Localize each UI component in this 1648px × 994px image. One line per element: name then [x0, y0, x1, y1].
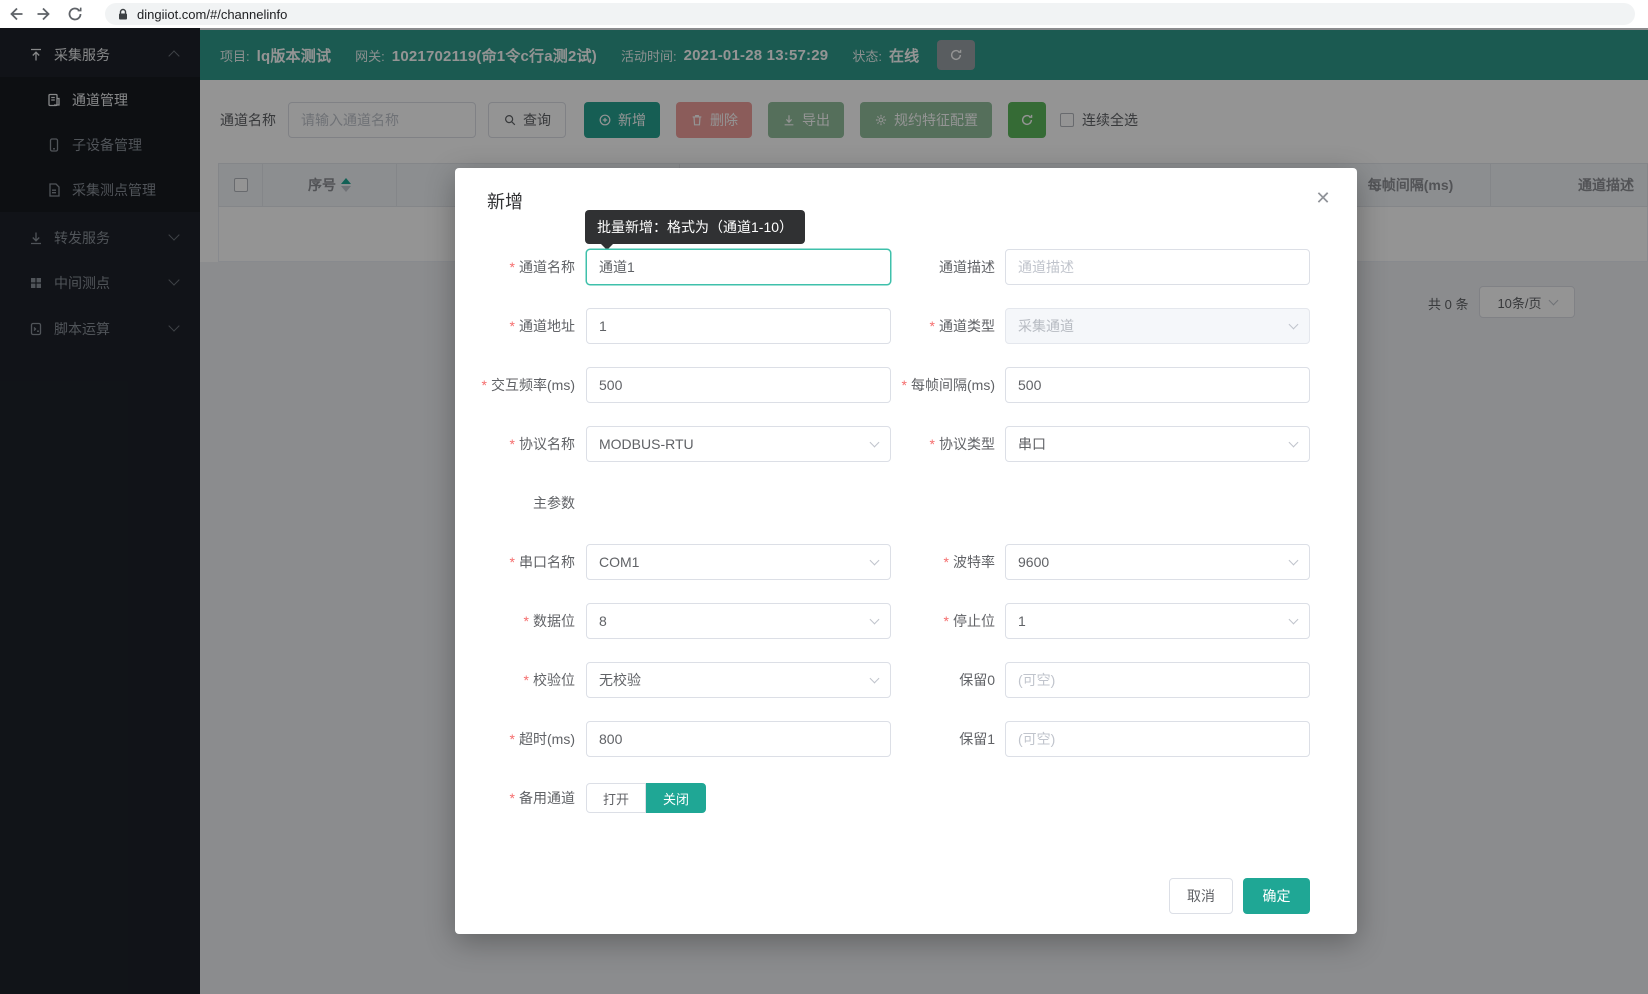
frame-interval-field-label: 每帧间隔(ms)	[891, 375, 995, 395]
reserve0-field-label: 保留0	[891, 670, 995, 690]
form-row: 校验位 无校验 保留0	[455, 662, 1357, 698]
stop-bits-field-label: 停止位	[891, 611, 995, 631]
chevron-down-icon	[870, 615, 880, 625]
backup-channel-toggle: 打开 关闭	[586, 783, 706, 813]
form-row: 交互频率(ms) 每帧间隔(ms)	[455, 367, 1357, 403]
dialog-form: 通道名称 通道描述 通道地址 通道类型 采集通道 交互频率(ms)	[455, 249, 1357, 839]
reserve0-field[interactable]	[1005, 662, 1310, 698]
chevron-down-icon	[870, 438, 880, 448]
channel-desc-field[interactable]	[1005, 249, 1310, 285]
channel-addr-field[interactable]	[586, 308, 891, 344]
parity-select[interactable]: 无校验	[586, 662, 891, 698]
interact-freq-field[interactable]	[586, 367, 891, 403]
forward-arrow-icon	[37, 6, 53, 22]
main-params-section-label: 主参数	[455, 493, 575, 513]
channel-type-value: 采集通道	[1018, 316, 1074, 336]
interact-freq-field-label: 交互频率(ms)	[455, 375, 575, 395]
batch-add-tooltip: 批量新增：格式为（通道1-10）	[585, 210, 805, 244]
protocol-name-value: MODBUS-RTU	[599, 436, 694, 452]
chevron-down-icon	[1289, 615, 1299, 625]
baud-rate-field-label: 波特率	[891, 552, 995, 572]
protocol-type-value: 串口	[1018, 434, 1046, 454]
dialog-footer: 取消 确定	[455, 878, 1357, 914]
address-bar[interactable]: dingiiot.com/#/channelinfo	[105, 3, 1635, 25]
backup-close-button[interactable]: 关闭	[646, 783, 706, 813]
add-channel-dialog: 新增 ✕ 批量新增：格式为（通道1-10） 通道名称 通道描述 通道地址 通道类…	[455, 168, 1357, 934]
chevron-down-icon	[870, 674, 880, 684]
form-row: 通道名称 通道描述	[455, 249, 1357, 285]
baud-rate-value: 9600	[1018, 554, 1049, 570]
channel-name-field[interactable]	[586, 249, 891, 285]
reserve1-field-label: 保留1	[891, 729, 995, 749]
form-row: 串口名称 COM1 波特率 9600	[455, 544, 1357, 580]
chevron-down-icon	[1289, 320, 1299, 330]
serial-name-field-label: 串口名称	[455, 552, 575, 572]
form-row: 通道地址 通道类型 采集通道	[455, 308, 1357, 344]
protocol-type-field-label: 协议类型	[891, 434, 995, 454]
channel-addr-field-label: 通道地址	[455, 316, 575, 336]
form-row: 数据位 8 停止位 1	[455, 603, 1357, 639]
chevron-down-icon	[1289, 556, 1299, 566]
data-bits-select[interactable]: 8	[586, 603, 891, 639]
confirm-button[interactable]: 确定	[1243, 878, 1310, 914]
back-arrow-icon	[7, 6, 23, 22]
channel-desc-field-label: 通道描述	[891, 257, 995, 277]
chevron-down-icon	[1289, 438, 1299, 448]
channel-name-field-label: 通道名称	[455, 257, 575, 277]
backup-channel-field-label: 备用通道	[455, 788, 575, 808]
data-bits-field-label: 数据位	[455, 611, 575, 631]
dialog-title: 新增	[487, 188, 523, 214]
browser-forward-button[interactable]	[30, 1, 60, 27]
app-window: 采集服务 通道管理 子设备管理 采集测点管理 转发服务	[0, 28, 1648, 994]
parity-value: 无校验	[599, 670, 641, 690]
browser-toolbar: dingiiot.com/#/channelinfo	[0, 0, 1648, 28]
form-row: 协议名称 MODBUS-RTU 协议类型 串口	[455, 426, 1357, 462]
channel-type-select[interactable]: 采集通道	[1005, 308, 1310, 344]
form-row: 超时(ms) 保留1	[455, 721, 1357, 757]
frame-interval-field[interactable]	[1005, 367, 1310, 403]
url-text: dingiiot.com/#/channelinfo	[137, 7, 287, 22]
cancel-button[interactable]: 取消	[1169, 878, 1233, 914]
baud-rate-select[interactable]: 9600	[1005, 544, 1310, 580]
protocol-name-select[interactable]: MODBUS-RTU	[586, 426, 891, 462]
form-row: 备用通道 打开 关闭	[455, 780, 1357, 816]
data-bits-value: 8	[599, 613, 607, 629]
screen: dingiiot.com/#/channelinfo 采集服务 通道管理 子设备…	[0, 0, 1648, 994]
channel-type-field-label: 通道类型	[891, 316, 995, 336]
browser-back-button[interactable]	[0, 1, 30, 27]
timeout-field-label: 超时(ms)	[455, 729, 575, 749]
close-icon[interactable]: ✕	[1311, 186, 1335, 210]
protocol-name-field-label: 协议名称	[455, 434, 575, 454]
parity-field-label: 校验位	[455, 670, 575, 690]
serial-name-value: COM1	[599, 554, 639, 570]
reload-icon	[67, 6, 83, 22]
stop-bits-select[interactable]: 1	[1005, 603, 1310, 639]
stop-bits-value: 1	[1018, 613, 1026, 629]
chevron-down-icon	[870, 556, 880, 566]
reserve1-field[interactable]	[1005, 721, 1310, 757]
backup-open-button[interactable]: 打开	[586, 783, 646, 813]
form-row: 主参数	[455, 485, 1357, 521]
serial-name-select[interactable]: COM1	[586, 544, 891, 580]
lock-icon	[117, 8, 129, 21]
browser-reload-button[interactable]	[60, 1, 90, 27]
timeout-field[interactable]	[586, 721, 891, 757]
protocol-type-select[interactable]: 串口	[1005, 426, 1310, 462]
